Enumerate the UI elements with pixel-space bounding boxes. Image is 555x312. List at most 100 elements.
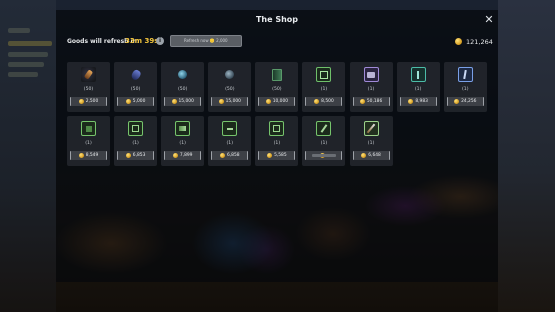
background-blur-text <box>8 72 38 77</box>
item-quantity: (1) <box>367 141 375 146</box>
shop-title: The Shop <box>255 15 299 24</box>
item-quantity: (50) <box>272 87 282 92</box>
item-price: 8,983 <box>415 99 428 104</box>
shop-item-slot[interactable]: (1) 8,983 <box>396 62 440 112</box>
item-quantity: (50) <box>177 87 188 92</box>
gold-coin-icon <box>172 153 178 158</box>
shop-item-slot[interactable]: (1) 6,858 <box>208 116 252 166</box>
shop-item-grid: (50) 2,500 (50) 5,000 (50) 15,000 (50) 15,000 (5… <box>67 62 489 166</box>
gold-coin-icon <box>78 153 84 158</box>
shop-item-slot[interactable]: (1) 6,648 <box>349 116 393 166</box>
buy-price-button[interactable]: 6,853 <box>117 151 155 160</box>
gold-coin-icon <box>218 99 224 104</box>
teal-wand-icon <box>410 67 426 82</box>
item-quantity: (1) <box>179 141 186 146</box>
buy-price-button[interactable]: 24,256 <box>446 97 484 106</box>
item-quantity: (1) <box>226 141 234 146</box>
gold-balance: 121,264 <box>455 37 493 46</box>
dark-crystal-icon <box>128 67 143 82</box>
blue-staff-icon <box>457 67 473 82</box>
rune-stone-icon <box>81 67 96 82</box>
refresh-now-button[interactable]: Refresh now 🪙 2,000 <box>170 35 242 47</box>
gold-amount: 121,264 <box>466 37 493 46</box>
green-plate-icon <box>222 121 238 136</box>
background-blur-text <box>8 28 30 33</box>
shop-item-slot[interactable]: (1) 8,549 <box>67 116 110 166</box>
shop-item-slot[interactable]: (1) 7,899 <box>161 116 205 166</box>
buy-price-button[interactable]: 5,000 <box>117 97 155 106</box>
shop-item-slot[interactable]: (1) 6,853 <box>114 116 158 166</box>
shop-item-slot[interactable]: (1) 8,500 <box>302 62 346 112</box>
item-price: 5,585 <box>274 153 287 158</box>
shop-item-slot[interactable]: (50) 10,000 <box>255 62 299 112</box>
shop-item-slot[interactable]: (1) 24,256 <box>443 62 487 112</box>
item-price: 15,000 <box>225 99 241 104</box>
gold-coin-icon <box>359 99 365 104</box>
background-blur-text <box>8 62 44 67</box>
buy-price-button[interactable]: 6,648 <box>352 151 390 160</box>
gold-coin-icon <box>171 99 177 104</box>
gold-coin-icon <box>361 153 367 158</box>
green-scroll-icon <box>316 67 332 82</box>
buy-price-button[interactable]: 10,000 <box>258 97 296 106</box>
shop-item-slot[interactable]: (1) 5,585 <box>255 116 299 166</box>
item-quantity: (1) <box>367 87 375 92</box>
item-price: 6,858 <box>226 153 240 158</box>
purple-tablet-icon <box>363 67 379 82</box>
gold-coin-icon <box>455 38 462 45</box>
item-quantity: (50) <box>83 87 94 92</box>
shop-item-slot[interactable]: (50) 15,000 <box>208 62 252 112</box>
background-blur-text <box>8 41 52 46</box>
item-price: 50,186 <box>366 99 383 104</box>
item-price: 8,500 <box>321 99 334 104</box>
gold-coin-icon <box>454 99 460 104</box>
item-price: 6,853 <box>132 153 146 158</box>
shop-item-slot[interactable]: (1) 50,186 <box>349 62 393 112</box>
background-left-panel <box>0 0 56 312</box>
item-price: 7,899 <box>179 153 193 158</box>
gold-coin-icon <box>78 99 84 104</box>
green-bow-icon <box>175 121 191 136</box>
item-quantity: (1) <box>273 141 281 146</box>
shop-item-slot[interactable]: (50) 5,000 <box>114 62 158 112</box>
gold-coin-icon <box>267 153 273 158</box>
item-price: 5,000 <box>132 99 146 104</box>
gold-coin-icon <box>265 99 271 104</box>
gold-coin-icon <box>125 153 131 158</box>
close-icon[interactable]: ✕ <box>483 14 495 26</box>
background-blur-text <box>8 52 48 57</box>
buy-price-button[interactable]: 8,983 <box>399 97 437 106</box>
info-icon[interactable]: i <box>156 37 164 45</box>
item-quantity: (50) <box>130 87 141 92</box>
gold-coin-icon <box>320 153 326 158</box>
buy-price-button[interactable]: 5,585 <box>258 151 296 160</box>
shop-item-slot[interactable]: (1) <box>302 116 346 166</box>
buy-price-button[interactable]: 15,000 <box>164 97 202 106</box>
buy-price-button[interactable]: 8,549 <box>70 151 107 160</box>
gold-coin-icon <box>219 153 225 158</box>
buy-price-button[interactable]: 6,858 <box>211 151 249 160</box>
item-quantity: (1) <box>414 87 422 92</box>
item-price: 24,256 <box>461 99 477 104</box>
gold-coin-icon <box>314 99 320 104</box>
green-chest-icon <box>81 121 96 136</box>
green-gem-icon <box>269 121 285 136</box>
buy-price-button[interactable]: 2,500 <box>70 97 107 106</box>
item-quantity: (1) <box>461 87 469 92</box>
shop-item-slot[interactable]: (50) 2,500 <box>67 62 110 112</box>
gold-coin-icon <box>125 99 131 104</box>
buy-price-button[interactable] <box>305 151 343 160</box>
background-right-panel <box>498 0 555 312</box>
item-quantity: (1) <box>320 141 328 146</box>
buy-price-button[interactable]: 50,186 <box>352 97 390 106</box>
buy-price-button[interactable]: 7,899 <box>164 151 202 160</box>
buy-price-button[interactable]: 15,000 <box>211 97 249 106</box>
green-sword-icon <box>363 121 379 136</box>
stone-orb-icon <box>222 67 237 82</box>
item-quantity: (1) <box>85 141 92 146</box>
green-dagger-icon <box>316 121 332 136</box>
item-quantity: (1) <box>132 141 139 146</box>
green-box-icon <box>128 121 144 136</box>
buy-price-button[interactable]: 8,500 <box>305 97 343 106</box>
shop-item-slot[interactable]: (50) 15,000 <box>161 62 205 112</box>
